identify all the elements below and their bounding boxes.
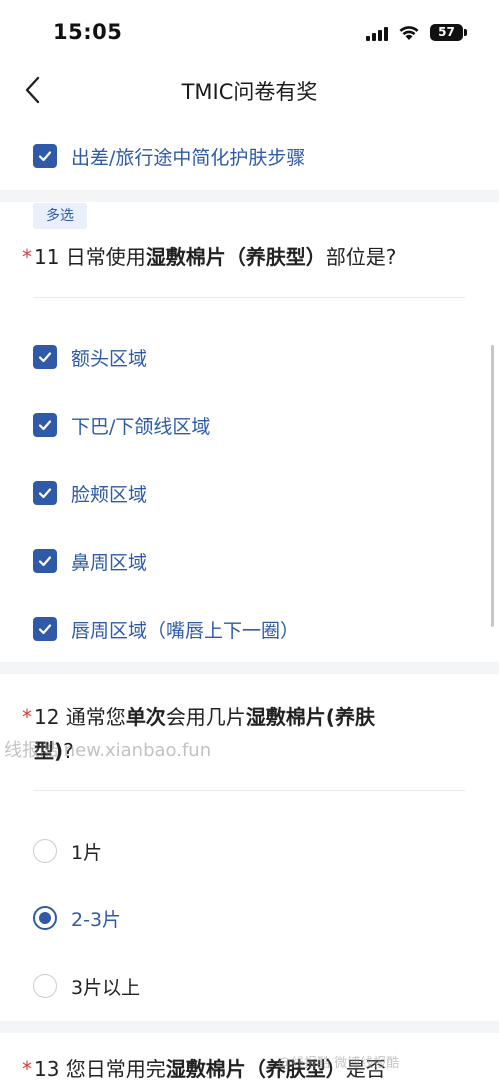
option-label: 鼻周区域 (71, 551, 148, 574)
radio-unselected-icon (33, 974, 57, 998)
option-label: 3片以上 (71, 976, 141, 999)
section-divider (0, 190, 499, 202)
title-text: 13 您日常用完 (34, 1057, 166, 1080)
checkbox-checked-icon (33, 144, 57, 168)
wifi-icon (398, 23, 420, 41)
checkbox-checked-icon (33, 617, 57, 641)
required-mark: * (22, 245, 32, 269)
option-3-plus-pieces[interactable]: 3片以上 (33, 966, 140, 1006)
required-mark: * (22, 705, 32, 729)
nav-bar: TMIC问卷有奖 (0, 62, 499, 118)
checkbox-checked-icon (33, 413, 57, 437)
status-time: 15:05 (53, 20, 123, 44)
option-label: 2-3片 (71, 908, 122, 931)
option-2-3-pieces[interactable]: 2-3片 (33, 898, 121, 938)
required-mark: * (22, 1057, 32, 1080)
option-1-piece[interactable]: 1片 (33, 831, 102, 871)
title-text: 12 通常您 (34, 705, 126, 729)
watermark: 线报酷 new.xianbao.fun (4, 740, 212, 761)
option-lip-area[interactable]: 唇周区域（嘴唇上下一圈） (33, 609, 299, 649)
section-divider (0, 1021, 499, 1033)
option-forehead[interactable]: 额头区域 (33, 337, 147, 377)
option-label: 1片 (71, 841, 103, 864)
battery-icon: 57 (430, 24, 463, 41)
title-text: 会用几片 (165, 705, 246, 729)
question-11-title: * 11 日常使用湿敷棉片（养肤型）部位是? (22, 240, 396, 274)
option-chin-jawline[interactable]: 下巴/下颌线区域 (33, 405, 210, 445)
multi-select-tag: 多选 (33, 203, 87, 229)
question-divider (33, 297, 465, 298)
title-bold-text: 湿敷棉片（养肤型） (145, 245, 326, 269)
page-title: TMIC问卷有奖 (181, 80, 318, 104)
status-bar: 15:05 57 (0, 0, 499, 62)
checkbox-checked-icon (33, 549, 57, 573)
title-text: 11 日常使用 (34, 245, 146, 269)
option-label: 下巴/下颌线区域 (71, 415, 211, 438)
option-label: 唇周区域（嘴唇上下一圈） (71, 619, 300, 642)
checkbox-checked-icon (33, 345, 57, 369)
checkbox-checked-icon (33, 481, 57, 505)
scrollbar-thumb[interactable] (491, 345, 494, 627)
option-label: 额头区域 (71, 347, 148, 370)
title-bold-text: 单次 (125, 705, 166, 729)
cellular-signal-icon (366, 27, 388, 41)
battery-tip (464, 29, 467, 36)
option-prev-travel[interactable]: 出差/旅行途中简化护肤步骤 (33, 136, 305, 176)
option-nose-area[interactable]: 鼻周区域 (33, 541, 147, 581)
radio-selected-icon (33, 906, 57, 930)
option-label: 出差/旅行途中简化护肤步骤 (71, 146, 306, 169)
question-divider (33, 790, 465, 791)
title-bold-text: 湿敷棉片(养肤 (245, 705, 375, 729)
radio-unselected-icon (33, 839, 57, 863)
section-divider (0, 662, 499, 674)
option-label: 脸颊区域 (71, 483, 148, 506)
title-text: 部位是? (325, 245, 397, 269)
option-cheek[interactable]: 脸颊区域 (33, 473, 147, 513)
watermark-corner: @线报酷 微博线报酷 (278, 1056, 400, 1071)
